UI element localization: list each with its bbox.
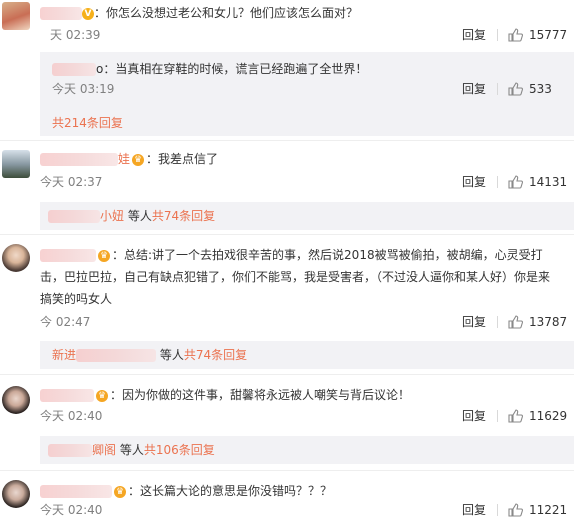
divider: [497, 316, 498, 328]
comment-line-3: 搞笑的吗女人: [40, 292, 113, 306]
more-replies-row: 新进 等人共74条回复: [52, 346, 247, 364]
avatar[interactable]: [2, 480, 30, 508]
thumbs-up-icon: [508, 82, 523, 96]
comment-item: V ：你怎么没想过老公和女儿？他们应该怎么面对？ 天 02:39 回复 15777: [0, 0, 574, 52]
like-button[interactable]: 11221: [508, 502, 567, 518]
comment-body: 娃 ♛ ：我差点信了: [40, 150, 218, 168]
username-blurred[interactable]: [76, 349, 157, 362]
reply-button[interactable]: 回复: [462, 502, 486, 518]
like-button[interactable]: 13787: [508, 314, 567, 330]
reply-button[interactable]: 回复: [462, 314, 486, 330]
verified-badge-icon: V: [82, 7, 94, 20]
more-replies-link[interactable]: 共74条回复: [152, 209, 215, 223]
comment-item: 娃 ♛ ：我差点信了 今天 02:37 回复 14131: [0, 144, 574, 194]
like-count: 15777: [529, 28, 568, 42]
member-crown-icon: ♛: [132, 153, 145, 166]
like-button[interactable]: 11629: [508, 408, 567, 424]
more-replies-row: 卿阁 等人共106条回复: [48, 441, 215, 459]
avatar[interactable]: [2, 386, 30, 414]
username-blurred[interactable]: [40, 389, 94, 402]
like-count: 11221: [529, 503, 568, 517]
thumbs-up-icon: [508, 503, 523, 517]
comment-text: ：我差点信了: [146, 152, 219, 166]
username-blurred[interactable]: [48, 210, 100, 223]
others-label: 等人: [119, 443, 144, 457]
username-blurred[interactable]: [40, 7, 82, 20]
comment-time: 天 02:39: [50, 28, 101, 42]
others-label: 等人: [159, 348, 184, 362]
username-tail[interactable]: 卿阁: [92, 443, 116, 457]
reply-box: 卿阁 等人共106条回复: [40, 436, 574, 464]
comment-time: 今天 02:37: [40, 175, 103, 189]
like-count: 13787: [529, 315, 568, 329]
like-count: 11629: [529, 409, 568, 423]
divider: [497, 29, 498, 41]
divider: [497, 83, 498, 95]
username-blurred[interactable]: [40, 153, 118, 166]
reply-button[interactable]: 回复: [462, 174, 486, 190]
comment-item: ♛ ：总结:讲了一个去拍戏很辛苦的事，然后说2018被骂被偷拍，被胡编，心灵受打 …: [0, 238, 574, 334]
username-head[interactable]: 新进: [52, 348, 76, 362]
more-replies-link[interactable]: 共106条回复: [144, 443, 215, 457]
comment-item: ♛ ：这长篇大论的意思是你没错吗？？？ 今天 02:40 回复 11221: [0, 474, 574, 519]
comment-body: ♛ ：因为你做的这件事，甜馨将永远被人嘲笑与背后议论！: [40, 386, 410, 404]
divider: [0, 140, 574, 141]
avatar[interactable]: [2, 2, 30, 30]
avatar[interactable]: [2, 150, 30, 178]
comment-item: ♛ ：因为你做的这件事，甜馨将永远被人嘲笑与背后议论！ 今天 02:40 回复 1…: [0, 378, 574, 426]
thumbs-up-icon: [508, 315, 523, 329]
comment-time: 今天 02:40: [40, 409, 103, 423]
reply-button[interactable]: 回复: [462, 81, 486, 97]
comment-time: 今 02:47: [40, 315, 91, 329]
more-replies-link[interactable]: 共214条回复: [52, 114, 123, 132]
like-button[interactable]: 14131: [508, 174, 567, 190]
divider: [497, 504, 498, 516]
like-button[interactable]: 15777: [508, 27, 567, 43]
like-count: 14131: [529, 175, 568, 189]
like-button[interactable]: 533: [508, 81, 552, 97]
comment-time: 今天 02:40: [40, 503, 103, 517]
member-crown-icon: ♛: [114, 485, 126, 498]
comment-text: ：这长篇大论的意思是你没错吗？？？: [128, 484, 333, 498]
reply-button[interactable]: 回复: [462, 27, 486, 43]
comment-text: ：因为你做的这件事，甜馨将永远被人嘲笑与背后议论！: [110, 388, 411, 402]
reply-text: o：当真相在穿鞋的时候，谎言已经跑遍了全世界！: [96, 62, 368, 76]
more-replies-row: 小妞 等人共74条回复: [48, 207, 215, 225]
comment-line-1: ♛ ：总结:讲了一个去拍戏很辛苦的事，然后说2018被骂被偷拍，被胡编，心灵受打: [40, 246, 543, 264]
comment-text: ：你怎么没想过老公和女儿？他们应该怎么面对？: [94, 6, 359, 20]
thumbs-up-icon: [508, 28, 523, 42]
member-crown-icon: ♛: [98, 249, 110, 262]
divider: [0, 234, 574, 235]
divider: [497, 176, 498, 188]
comment-text: ：总结:讲了一个去拍戏很辛苦的事，然后说2018被骂被偷拍，被胡编，心灵受打: [112, 248, 543, 262]
reply-time: 今天 03:19: [52, 82, 115, 96]
comment-body: V ：你怎么没想过老公和女儿？他们应该怎么面对？: [40, 4, 358, 22]
reply-box: o：当真相在穿鞋的时候，谎言已经跑遍了全世界！ 今天 03:19 回复 533 …: [40, 52, 574, 136]
comment-body: ♛ ：这长篇大论的意思是你没错吗？？？: [40, 482, 332, 500]
comment-line-2: 击，巴拉巴拉，自己有缺点犯错了，你们不能骂，我是受害者，（不过没人逼你和某人好）…: [40, 270, 551, 284]
member-crown-icon: ♛: [96, 389, 108, 402]
username-blurred[interactable]: [52, 63, 96, 76]
like-count: 533: [529, 82, 552, 96]
username-blurred[interactable]: [48, 444, 92, 457]
divider: [0, 374, 574, 375]
more-replies-link[interactable]: 共74条回复: [184, 348, 247, 362]
reply-button[interactable]: 回复: [462, 408, 486, 424]
reply-box: 新进 等人共74条回复: [40, 341, 574, 369]
others-label: 等人: [127, 209, 152, 223]
divider: [497, 410, 498, 422]
username-tail[interactable]: 娃: [118, 152, 130, 166]
username-tail[interactable]: 小妞: [100, 209, 124, 223]
thumbs-up-icon: [508, 175, 523, 189]
thumbs-up-icon: [508, 409, 523, 423]
reply-box: 小妞 等人共74条回复: [40, 202, 574, 230]
reply-body: o：当真相在穿鞋的时候，谎言已经跑遍了全世界！: [52, 60, 367, 78]
avatar[interactable]: [2, 244, 30, 272]
username-blurred[interactable]: [40, 485, 112, 498]
username-blurred[interactable]: [40, 249, 96, 262]
divider: [0, 470, 574, 471]
